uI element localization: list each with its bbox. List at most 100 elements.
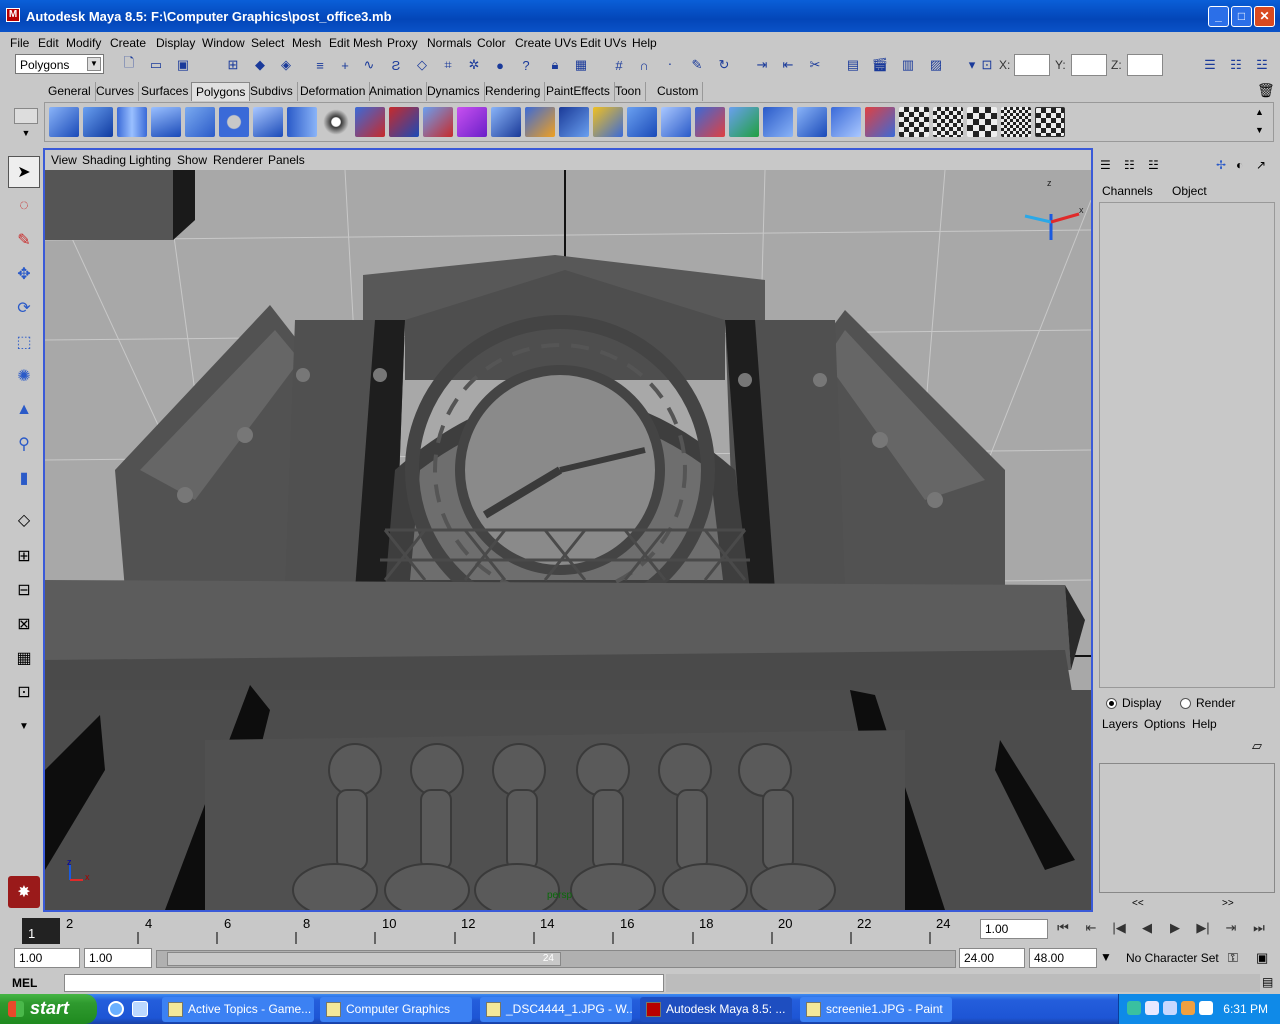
single-perspective-layout-icon[interactable]: ◇ — [8, 504, 40, 536]
snap-grid-icon[interactable]: # — [609, 55, 629, 75]
step-forward-frame-icon[interactable]: ▶| — [1192, 920, 1214, 940]
show-desktop-icon[interactable] — [132, 1001, 148, 1017]
poly-prism-icon[interactable] — [253, 107, 283, 137]
shelf-tab-general[interactable]: General — [44, 82, 96, 101]
scroll-right-button[interactable]: >> — [1222, 898, 1234, 909]
select-misc-icon[interactable]: ? — [516, 55, 536, 75]
shelf-tab-curves[interactable]: Curves — [92, 82, 140, 101]
menu-display[interactable]: Display — [156, 36, 195, 50]
output-ops-icon[interactable]: ⇤ — [778, 55, 798, 75]
channel-box-layout-icon[interactable]: ☰ — [1100, 158, 1116, 172]
collapse-icon[interactable] — [763, 107, 793, 137]
shelf-tab-animation[interactable]: Animation — [365, 82, 428, 101]
monitor-icon[interactable] — [1163, 1001, 1177, 1015]
universal-manipulator-icon[interactable]: ✺ — [8, 360, 40, 392]
viewport-menu-panels[interactable]: Panels — [268, 153, 305, 167]
automatic-mapping-icon[interactable] — [1001, 107, 1031, 137]
shelf-options-icon[interactable] — [14, 108, 38, 124]
four-view-layout-icon[interactable]: ⊞ — [8, 540, 40, 572]
transform-input-icon[interactable]: ⊡ — [977, 55, 997, 75]
taskbar-item[interactable]: screenie1.JPG - Paint — [800, 997, 952, 1022]
save-scene-icon[interactable]: ▣ — [173, 55, 193, 75]
range-handle[interactable]: 24 — [167, 952, 561, 966]
hypershade-persp-layout-icon[interactable]: ▦ — [8, 642, 40, 674]
volume-icon[interactable] — [1145, 1001, 1159, 1015]
merge-vertices-icon[interactable] — [661, 107, 691, 137]
ipr-render-icon[interactable]: ▥ — [898, 55, 918, 75]
step-forward-key-icon[interactable]: ⇥ — [1220, 920, 1242, 940]
bluetooth-icon[interactable] — [1199, 1001, 1213, 1015]
step-back-frame-icon[interactable]: |◀ — [1108, 920, 1130, 940]
trash-icon[interactable]: 🗑︎ — [1257, 82, 1275, 99]
viewport-menu-shading[interactable]: Shading — [82, 153, 126, 167]
separate-icon[interactable] — [389, 107, 419, 137]
taskbar-item[interactable]: _DSC4444_1.JPG - W... — [480, 997, 632, 1022]
go-to-start-icon[interactable]: ⏮ — [1052, 920, 1074, 940]
lock-selection-icon[interactable]: 🔒︎ — [545, 55, 565, 75]
poly-cone-icon[interactable] — [151, 107, 181, 137]
playback-start-field[interactable]: 1.00 — [84, 948, 152, 968]
mel-command-input[interactable] — [64, 974, 664, 992]
chevron-down-icon[interactable]: ▼ — [87, 57, 101, 71]
taskbar-item[interactable]: Autodesk Maya 8.5: ... — [640, 997, 792, 1022]
channel-box-toggle-icon[interactable]: ☳ — [1252, 55, 1272, 75]
menu-create[interactable]: Create — [110, 36, 146, 50]
current-frame-marker[interactable]: 1 — [22, 918, 60, 944]
taskbar-item[interactable]: Computer Graphics — [320, 997, 472, 1022]
shelf-tab-deformation[interactable]: Deformation — [296, 82, 371, 101]
play-forwards-icon[interactable]: ▶ — [1164, 920, 1186, 940]
maximize-button[interactable]: □ — [1231, 6, 1252, 27]
play-backwards-icon[interactable]: ◀ — [1136, 920, 1158, 940]
start-button[interactable]: start — [0, 994, 97, 1024]
viewport-menu-renderer[interactable]: Renderer — [213, 153, 263, 167]
planar-mapping-icon[interactable] — [899, 107, 929, 137]
menu-modify[interactable]: Modify — [66, 36, 101, 50]
menu-create-uvs[interactable]: Create UVs — [515, 36, 577, 50]
last-used-tool-icon[interactable]: ▮ — [8, 462, 40, 494]
shelf-tab-polygons[interactable]: Polygons — [191, 82, 251, 101]
reduce-icon[interactable] — [831, 107, 861, 137]
bevel-icon[interactable] — [559, 107, 589, 137]
poly-cube-icon[interactable] — [83, 107, 113, 137]
menu-edit-mesh[interactable]: Edit Mesh — [329, 36, 382, 50]
security-icon[interactable] — [1181, 1001, 1195, 1015]
cut-faces-icon[interactable] — [695, 107, 725, 137]
render-frame-icon[interactable]: 🎬︎ — [870, 55, 890, 75]
menu-edit[interactable]: Edit — [38, 36, 59, 50]
z-coord-input[interactable] — [1127, 54, 1163, 76]
snap-view-plane-icon[interactable]: ✎ — [687, 55, 707, 75]
uv-texture-editor-icon[interactable] — [1035, 107, 1065, 137]
select-joints-icon[interactable]: ∿ — [359, 55, 379, 75]
shelf-scroll-up-icon[interactable]: ▲ — [1255, 107, 1269, 121]
fill-hole-icon[interactable] — [797, 107, 827, 137]
select-surfaces-icon[interactable]: ◇ — [412, 55, 432, 75]
extrude-icon[interactable] — [491, 107, 521, 137]
menu-edit-uvs[interactable]: Edit UVs — [580, 36, 627, 50]
open-scene-icon[interactable]: ▭ — [146, 55, 166, 75]
shelf-tab-toon[interactable]: Toon — [611, 82, 647, 101]
scroll-left-button[interactable]: << — [1132, 898, 1144, 909]
playback-end-field[interactable]: 24.00 — [959, 948, 1025, 968]
construction-history-icon[interactable]: ✂ — [805, 55, 825, 75]
auto-key-icon[interactable]: ⚿ — [1228, 950, 1250, 968]
viewport-menu-lighting[interactable]: Lighting — [129, 153, 171, 167]
poly-plane-icon[interactable] — [185, 107, 215, 137]
menu-proxy[interactable]: Proxy — [387, 36, 418, 50]
shelf-scroll-down-icon[interactable]: ▼ — [1255, 125, 1269, 139]
help-menu[interactable]: Help — [1192, 717, 1217, 731]
menu-color[interactable]: Color — [477, 36, 506, 50]
poly-pipe-icon[interactable] — [287, 107, 317, 137]
input-ops-icon[interactable]: ⇥ — [752, 55, 772, 75]
menu-help[interactable]: Help — [632, 36, 657, 50]
internet-explorer-icon[interactable] — [108, 1001, 124, 1017]
tool-settings-layout-icon[interactable]: ☳ — [1148, 158, 1164, 172]
cylindrical-mapping-icon[interactable] — [933, 107, 963, 137]
layer-list[interactable] — [1099, 763, 1275, 893]
menuset-dropdown[interactable]: Polygons ▼ — [15, 54, 104, 74]
menu-mesh[interactable]: Mesh — [292, 36, 321, 50]
poly-sphere-icon[interactable] — [49, 107, 79, 137]
snap-point-icon[interactable]: ⋅ — [660, 55, 680, 75]
combine-icon[interactable] — [355, 107, 385, 137]
tool-settings-toggle-icon[interactable]: ☷ — [1226, 55, 1246, 75]
attribute-editor-toggle-icon[interactable]: ☰ — [1200, 55, 1220, 75]
